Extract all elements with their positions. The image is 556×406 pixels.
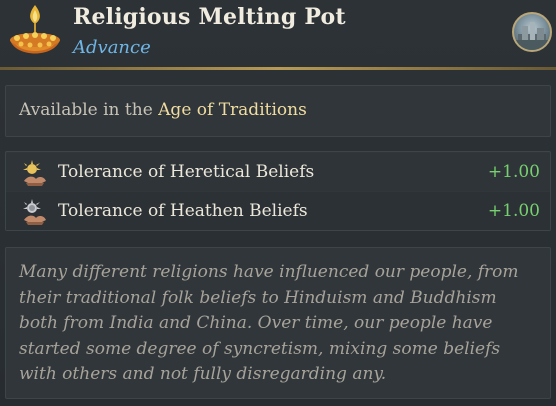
availability-prefix: Available in the (19, 100, 159, 120)
city-portrait-icon (512, 12, 552, 52)
advance-tooltip: Religious Melting Pot Advance Available … (0, 0, 556, 406)
age-name: Age of Traditions (158, 100, 307, 120)
advance-type-label: Advance (73, 37, 151, 58)
description-panel: Many different religions have influenced… (5, 247, 551, 399)
flavor-text: Many different religions have influenced… (19, 262, 519, 384)
modifier-value: +1.00 (487, 201, 540, 221)
modifiers-panel: Tolerance of Heretical Beliefs +1.00 Tol… (5, 151, 551, 231)
availability-text: Available in the Age of Traditions (19, 100, 307, 120)
modifier-row: Tolerance of Heathen Beliefs +1.00 (6, 192, 550, 230)
advance-title: Religious Melting Pot (73, 4, 346, 30)
modifier-row: Tolerance of Heretical Beliefs +1.00 (6, 153, 550, 191)
modifier-value: +1.00 (487, 162, 540, 182)
moon-hands-icon (23, 199, 46, 225)
sun-hands-icon (23, 160, 46, 186)
tooltip-header: Religious Melting Pot Advance (0, 0, 556, 68)
availability-panel: Available in the Age of Traditions (5, 85, 551, 137)
modifier-label: Tolerance of Heathen Beliefs (58, 201, 308, 221)
lotus-candles-icon (10, 5, 60, 54)
header-divider (0, 67, 556, 70)
modifier-label: Tolerance of Heretical Beliefs (58, 162, 315, 182)
